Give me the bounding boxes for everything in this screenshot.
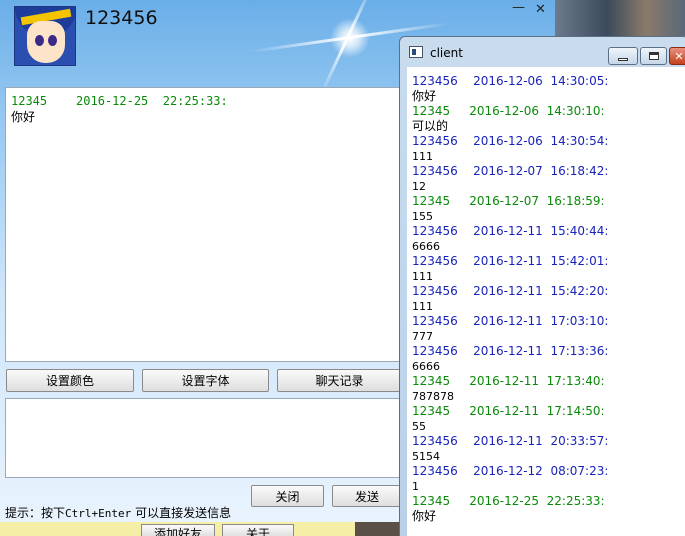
client-message: 12345 2016-12-25 22:25:33: 你好: [412, 494, 685, 524]
app-icon: [409, 46, 423, 58]
window-title: 123456: [85, 7, 158, 29]
message-input[interactable]: [5, 398, 405, 478]
client-message-text: 111: [412, 300, 433, 313]
close-button[interactable]: 关闭: [251, 485, 324, 507]
client-close-button[interactable]: ✕: [669, 47, 685, 65]
send-button[interactable]: 发送: [332, 485, 402, 507]
client-message-text: 55: [412, 420, 426, 433]
minimize-button[interactable]: —: [512, 0, 525, 15]
client-message: 12345 2016-12-11 17:13:40: 787878: [412, 374, 685, 404]
client-message-text: 6666: [412, 240, 440, 253]
desktop-background: [355, 522, 405, 536]
history-message-text: 你好: [11, 110, 36, 124]
client-message-header: 12345 2016-12-11 17:13:40:: [412, 374, 605, 388]
client-message-header: 123456 2016-12-11 20:33:57:: [412, 434, 609, 448]
client-message: 12345 2016-12-06 14:30:10: 可以的: [412, 104, 685, 134]
history-message: 12345 2016-12-25 22:25:33: 你好: [11, 94, 399, 125]
client-message: 123456 2016-12-07 16:18:42: 12: [412, 164, 685, 194]
client-window: client ✕ 123456 2016-12-06 14:30:05: 你好 12…: [399, 36, 685, 536]
client-message-text: 155: [412, 210, 433, 223]
client-message-text: 777: [412, 330, 433, 343]
client-message: 123456 2016-12-11 15:42:20: 111: [412, 284, 685, 314]
client-message-text: 12: [412, 180, 426, 193]
client-message: 123456 2016-12-06 14:30:05: 你好: [412, 74, 685, 104]
client-message-header: 12345 2016-12-11 17:14:50:: [412, 404, 605, 418]
client-message-header: 123456 2016-12-06 14:30:05:: [412, 74, 609, 88]
set-color-button[interactable]: 设置颜色: [6, 369, 134, 392]
avatar[interactable]: [14, 6, 76, 66]
client-message-header: 123456 2016-12-11 17:13:36:: [412, 344, 609, 358]
chat-history-button[interactable]: 聊天记录: [277, 369, 402, 392]
client-maximize-button[interactable]: [640, 47, 667, 65]
client-message-header: 123456 2016-12-07 16:18:42:: [412, 164, 609, 178]
maximize-icon: [648, 52, 659, 60]
client-message-header: 12345 2016-12-06 14:30:10:: [412, 104, 605, 118]
client-message: 12345 2016-12-11 17:14:50: 55: [412, 404, 685, 434]
client-message-header: 12345 2016-12-07 16:18:59:: [412, 194, 605, 208]
client-message-text: 111: [412, 150, 433, 163]
send-tip: 提示：按下Ctrl+Enter 可以直接发送信息: [5, 506, 232, 520]
client-message-header: 12345 2016-12-25 22:25:33:: [412, 494, 605, 508]
client-message-header: 123456 2016-12-11 15:42:20:: [412, 284, 609, 298]
client-message-text: 可以的: [412, 119, 449, 133]
client-message: 123456 2016-12-12 08:07:23: 1: [412, 464, 685, 494]
minimize-icon: [618, 57, 628, 61]
about-button[interactable]: 关于: [222, 524, 294, 536]
client-message-header: 123456 2016-12-12 08:07:23:: [412, 464, 609, 478]
history-message-header: 12345 2016-12-25 22:25:33:: [11, 94, 228, 108]
client-message-header: 123456 2016-12-11 15:42:01:: [412, 254, 609, 268]
client-message-text: 787878: [412, 390, 454, 403]
add-friend-button[interactable]: 添加好友: [141, 524, 215, 536]
client-message-log[interactable]: 123456 2016-12-06 14:30:05: 你好 12345 2016-…: [407, 67, 685, 536]
client-message: 123456 2016-12-11 17:13:36: 6666: [412, 344, 685, 374]
close-window-button[interactable]: ✕: [535, 2, 546, 17]
client-message: 123456 2016-12-06 14:30:54: 111: [412, 134, 685, 164]
client-titlebar[interactable]: client ✕: [400, 37, 685, 67]
client-message-text: 5154: [412, 450, 440, 463]
client-message-header: 123456 2016-12-11 15:40:44:: [412, 224, 609, 238]
client-message-text: 你好: [412, 89, 437, 103]
client-message: 123456 2016-12-11 17:03:10: 777: [412, 314, 685, 344]
chat-history-panel[interactable]: 12345 2016-12-25 22:25:33: 你好: [5, 87, 405, 362]
client-message-text: 1: [412, 480, 419, 493]
set-font-button[interactable]: 设置字体: [142, 369, 269, 392]
client-message: 123456 2016-12-11 20:33:57: 5154: [412, 434, 685, 464]
client-message-text: 你好: [412, 509, 437, 523]
desktop-background: [555, 0, 685, 36]
client-message-header: 123456 2016-12-06 14:30:54:: [412, 134, 609, 148]
client-message: 123456 2016-12-11 15:40:44: 6666: [412, 224, 685, 254]
client-message-text: 111: [412, 270, 433, 283]
client-minimize-button[interactable]: [608, 47, 638, 65]
client-window-title: client: [430, 46, 463, 60]
client-message: 12345 2016-12-07 16:18:59: 155: [412, 194, 685, 224]
client-message-header: 123456 2016-12-11 17:03:10:: [412, 314, 609, 328]
client-message: 123456 2016-12-11 15:42:01: 111: [412, 254, 685, 284]
client-message-text: 6666: [412, 360, 440, 373]
